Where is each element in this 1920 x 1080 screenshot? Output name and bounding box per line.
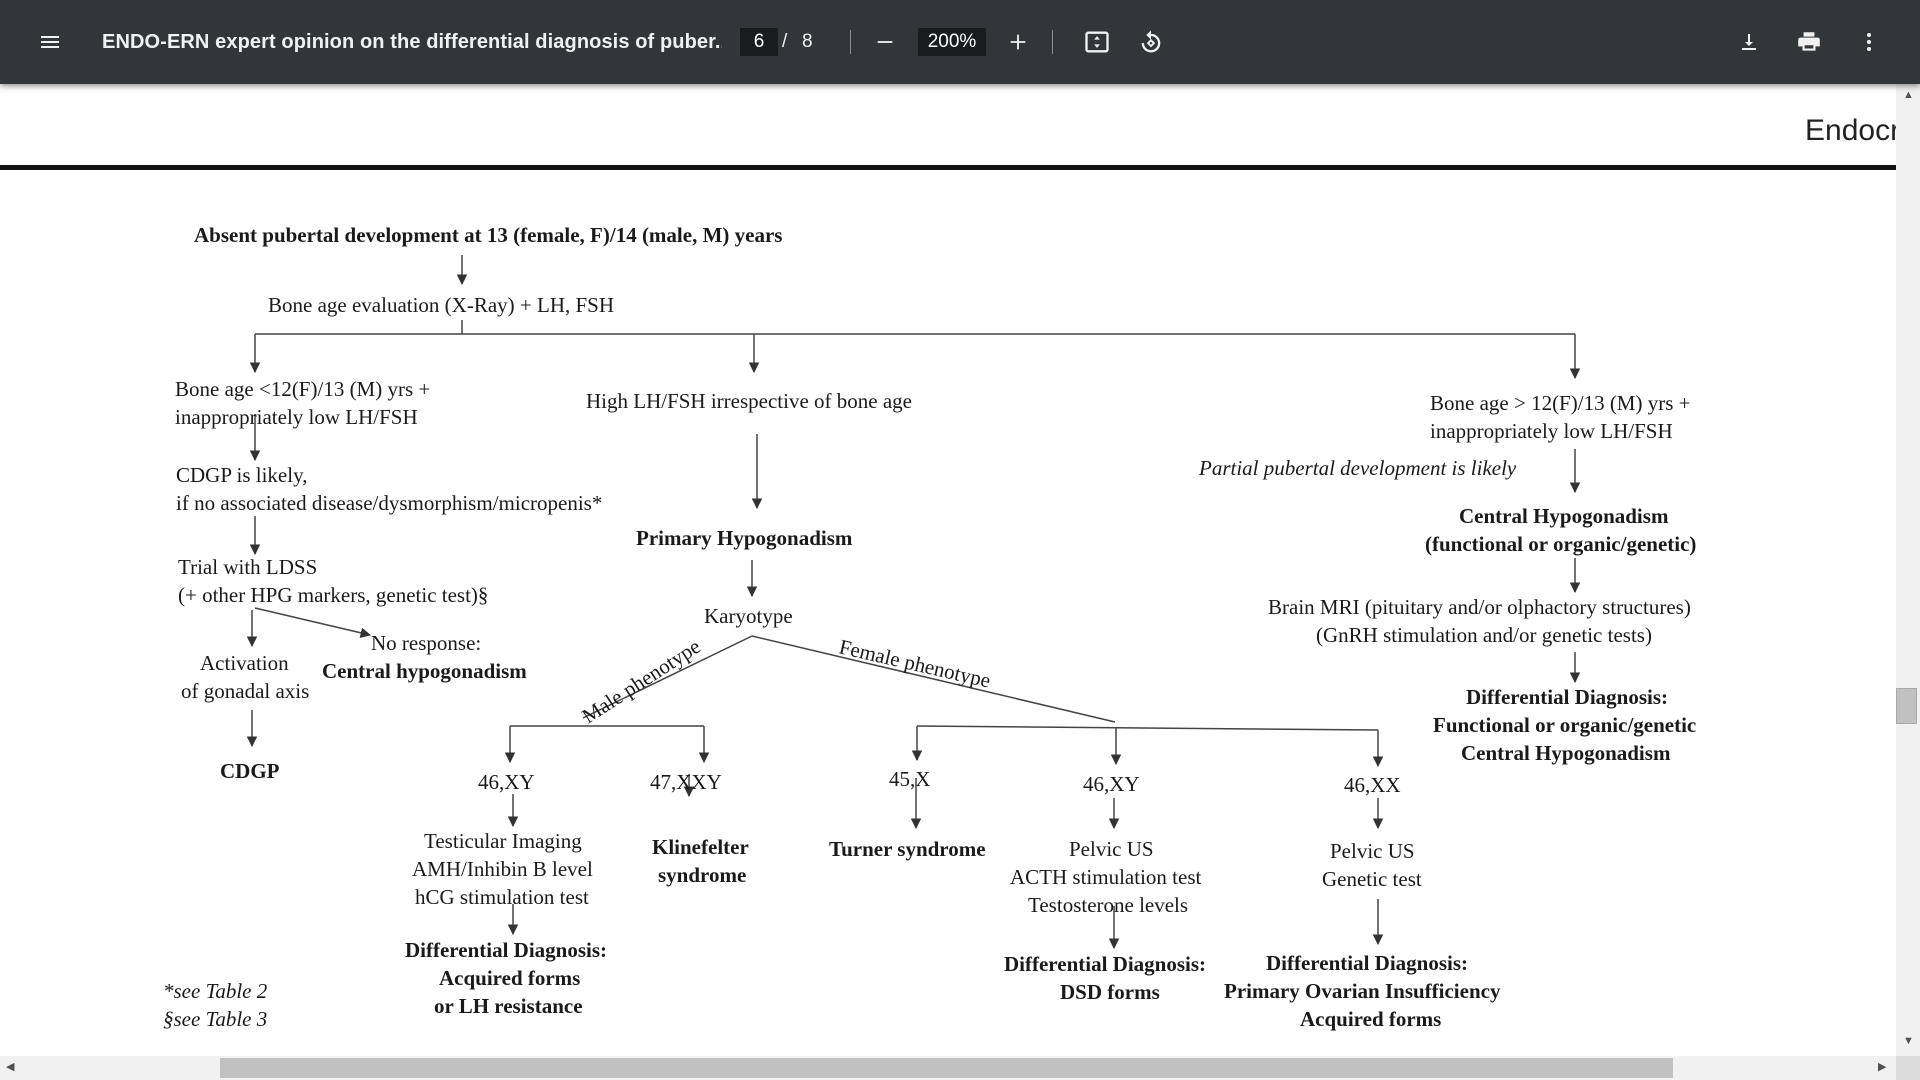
central-hypogonadism-right-1: Central Hypogonadism	[1459, 504, 1669, 528]
page-number-input[interactable]	[740, 28, 778, 56]
page-total: 8	[802, 31, 813, 52]
mri-line-1: Brain MRI (pituitary and/or olphactory s…	[1268, 595, 1691, 619]
print-button[interactable]	[1789, 22, 1829, 62]
activation-line-1: Activation	[200, 651, 289, 675]
testicular-line-2: AMH/Inhibin B level	[412, 857, 593, 881]
dd-poi-line-1: Differential Diagnosis:	[1266, 951, 1468, 975]
karyotype-46xx: 46,XX	[1344, 773, 1401, 797]
toolbar-divider	[1052, 30, 1053, 54]
scroll-left-arrow-icon[interactable]: ◀	[6, 1062, 14, 1073]
menu-icon	[41, 36, 59, 48]
start-node: Absent pubertal development at 13 (femal…	[194, 223, 782, 247]
mri-line-2: (GnRH stimulation and/or genetic tests)	[1316, 623, 1652, 647]
dd-dsd-line-1: Differential Diagnosis:	[1004, 952, 1206, 976]
scroll-right-arrow-icon[interactable]: ▶	[1878, 1062, 1886, 1073]
left-condition-line-1: Bone age <12(F)/13 (M) yrs +	[175, 377, 430, 401]
flowchart-labels: Absent pubertal development at 13 (femal…	[163, 223, 1696, 1031]
karyotype-45x: 45,X	[889, 767, 930, 791]
bone-age-node: Bone age evaluation (X-Ray) + LH, FSH	[268, 293, 614, 317]
partial-development-label: Partial pubertal development is likely	[1198, 456, 1517, 480]
menu-button[interactable]	[30, 22, 70, 62]
page-separator: /	[782, 31, 788, 52]
pelvic-us-dsd: Pelvic US	[1069, 837, 1154, 861]
testicular-line-1: Testicular Imaging	[424, 829, 582, 853]
klinefelter-line-2: syndrome	[658, 863, 746, 887]
rotate-button[interactable]	[1131, 22, 1171, 62]
acth-test: ACTH stimulation test	[1010, 865, 1201, 889]
vertical-scrollbar[interactable]	[1896, 84, 1920, 1058]
dd-poi-line-3: Acquired forms	[1300, 1007, 1441, 1031]
plus-icon	[1010, 34, 1026, 50]
genetic-test: Genetic test	[1322, 867, 1422, 891]
activation-line-2: of gonadal axis	[181, 679, 309, 703]
dd-poi-line-2: Primary Ovarian Insufficiency	[1224, 979, 1501, 1003]
zoom-out-button[interactable]	[865, 22, 905, 62]
footnote-table-3: §see Table 3	[163, 1007, 267, 1031]
pdf-toolbar: ENDO-ERN expert opinion on the different…	[0, 0, 1920, 84]
print-icon	[1798, 32, 1820, 51]
turner-syndrome: Turner syndrome	[829, 837, 986, 861]
pelvic-us-46xx: Pelvic US	[1330, 839, 1415, 863]
more-options-button[interactable]	[1849, 22, 1889, 62]
document-title: ENDO-ERN expert opinion on the different…	[102, 31, 722, 53]
zoom-level-input[interactable]	[918, 28, 986, 56]
karyotype-47xxy: 47,XXY	[650, 770, 722, 794]
pdf-viewer: Endocr Absent pubertal development at 13…	[0, 84, 1920, 1080]
testosterone-levels: Testosterone levels	[1028, 893, 1188, 917]
vertical-scroll-thumb[interactable]	[1896, 688, 1917, 724]
testicular-line-3: hCG stimulation test	[415, 885, 589, 909]
fit-page-icon	[1085, 31, 1109, 53]
trial-line-2: (+ other HPG markers, genetic test)§	[178, 583, 488, 607]
toolbar-divider	[850, 30, 851, 54]
cdgp-result: CDGP	[220, 759, 280, 783]
footnote-table-2: *see Table 2	[163, 979, 268, 1003]
karyotype-46xy-male: 46,XY	[478, 770, 535, 794]
karyotype-46xy-female: 46,XY	[1083, 772, 1140, 796]
cdgp-likely-line-1: CDGP is likely,	[176, 463, 307, 487]
zoom-in-button[interactable]	[998, 22, 1038, 62]
male-phenotype-label: Male phenotype	[578, 634, 705, 728]
rotate-icon	[1141, 30, 1161, 53]
more-vert-icon	[1867, 33, 1871, 51]
scroll-down-arrow-icon[interactable]: ▼	[1903, 1036, 1914, 1047]
klinefelter-line-1: Klinefelter	[652, 835, 749, 859]
dd-acquired-line-2: Acquired forms	[439, 966, 580, 990]
high-lh-node: High LH/FSH irrespective of bone age	[586, 389, 912, 413]
central-hypogonadism-left: Central hypogonadism	[322, 659, 527, 683]
left-condition-line-2: inappropriately low LH/FSH	[175, 405, 418, 429]
right-condition-line-2: inappropriately low LH/FSH	[1430, 419, 1673, 443]
karyotype-node: Karyotype	[704, 604, 793, 628]
no-response-label: No response:	[371, 631, 481, 655]
dd-acquired-line-3: or LH resistance	[434, 994, 583, 1018]
right-condition-line-1: Bone age > 12(F)/13 (M) yrs +	[1430, 391, 1690, 415]
flowchart: Absent pubertal development at 13 (femal…	[163, 223, 1696, 1031]
right-dd-line-3: Central Hypogonadism	[1461, 741, 1671, 765]
download-button[interactable]	[1729, 22, 1769, 62]
central-hypogonadism-right-2: (functional or organic/genetic)	[1425, 532, 1696, 556]
download-icon	[1742, 34, 1756, 50]
dd-acquired-line-1: Differential Diagnosis:	[405, 938, 607, 962]
right-dd-line-1: Differential Diagnosis:	[1466, 685, 1668, 709]
female-phenotype-label: Female phenotype	[837, 634, 993, 692]
scrollbar-corner	[1896, 1056, 1920, 1080]
fit-to-page-button[interactable]	[1077, 22, 1117, 62]
primary-hypogonadism-node: Primary Hypogonadism	[636, 526, 853, 550]
scroll-up-arrow-icon[interactable]: ▲	[1903, 90, 1914, 101]
right-dd-line-2: Functional or organic/genetic	[1433, 713, 1696, 737]
minus-icon	[877, 41, 893, 43]
horizontal-scroll-thumb[interactable]	[220, 1058, 1673, 1078]
trial-line-1: Trial with LDSS	[178, 555, 317, 579]
cdgp-likely-line-2: if no associated disease/dysmorphism/mic…	[176, 491, 602, 515]
dd-dsd-line-2: DSD forms	[1060, 980, 1160, 1004]
